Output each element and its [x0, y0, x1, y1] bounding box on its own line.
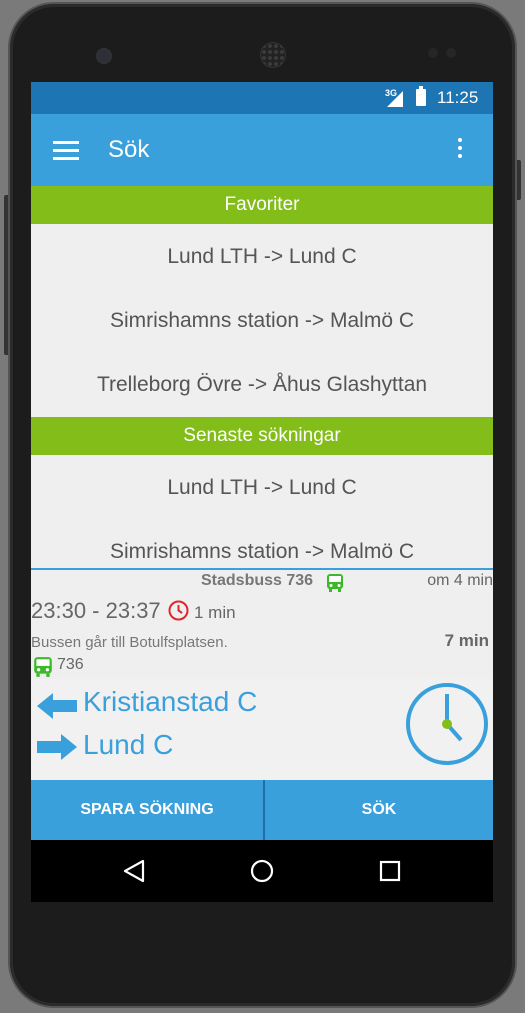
recent-header: Senaste sökningar: [31, 417, 493, 455]
button-bar: SPARA SÖKNING SÖK: [31, 780, 493, 840]
favorite-item[interactable]: Trelleborg Övre -> Åhus Glashyttan: [31, 353, 493, 417]
recents-icon[interactable]: [379, 860, 401, 887]
signal-icon: [387, 91, 403, 107]
delay-text: 1 min: [194, 603, 236, 622]
more-vert-icon[interactable]: [455, 138, 465, 164]
search-button[interactable]: SÖK: [265, 780, 493, 840]
from-station[interactable]: Kristianstad C: [83, 686, 257, 718]
trip-duration: 7 min: [444, 631, 489, 650]
trip-line-number: 736: [57, 656, 84, 673]
sensor: [428, 48, 438, 58]
back-icon[interactable]: [123, 859, 145, 888]
favorite-item[interactable]: Lund LTH -> Lund C: [31, 225, 493, 289]
status-time: 11:25: [437, 88, 479, 107]
screen: 3G 11:25 Sök Favoriter Lund LTH -> Lund …: [31, 82, 493, 902]
favorites-header: Favoriter: [31, 186, 493, 224]
save-search-button[interactable]: SPARA SÖKNING: [31, 780, 265, 840]
arrow-left-icon: [37, 693, 77, 724]
trip-card[interactable]: Stadsbuss 736 om 4 min 23:30 - 23:37 1 m…: [31, 568, 493, 681]
nav-bar: [31, 840, 493, 902]
route-panel: Kristianstad C Lund C: [31, 679, 493, 779]
bus-icon: [326, 573, 344, 598]
trip-times: 23:30 - 23:37: [31, 598, 161, 623]
delay-clock-icon: [168, 600, 189, 626]
front-camera: [96, 48, 112, 64]
clock-icon[interactable]: [405, 682, 489, 771]
hamburger-icon[interactable]: [53, 141, 79, 161]
earpiece-speaker: [260, 42, 286, 68]
favorite-item[interactable]: Simrishamns station -> Malmö C: [31, 289, 493, 353]
trip-line-name: Stadsbuss 736: [201, 572, 314, 589]
trip-destination: Bussen går till Botulfsplatsen.: [31, 634, 228, 651]
battery-icon: [416, 86, 426, 106]
page-title: Sök: [108, 136, 150, 163]
sensor: [446, 48, 456, 58]
status-bar: 3G 11:25: [31, 82, 493, 114]
app-bar: Sök: [31, 114, 493, 186]
departs-in: om 4 min: [427, 572, 493, 589]
recent-item[interactable]: Lund LTH -> Lund C: [31, 456, 493, 520]
arrow-right-icon: [37, 734, 77, 765]
home-icon[interactable]: [250, 859, 274, 888]
to-station[interactable]: Lund C: [83, 729, 173, 761]
